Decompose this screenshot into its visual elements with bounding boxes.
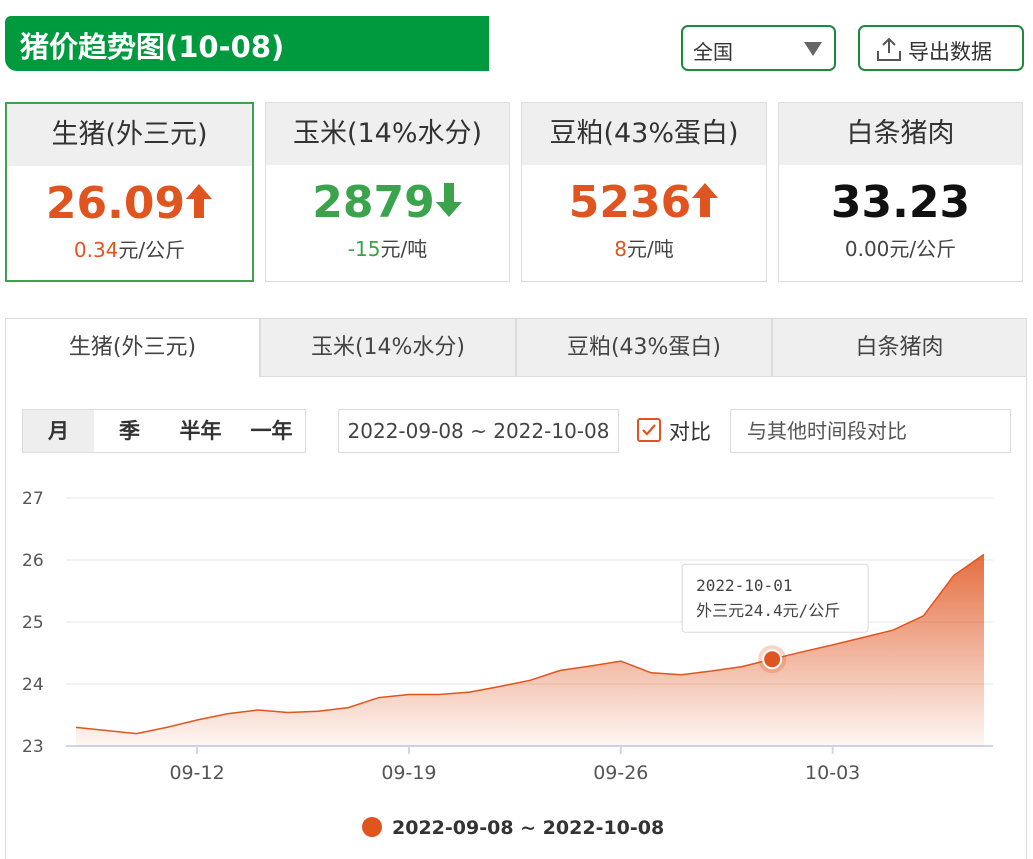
tooltip-date: 2022-10-01 (696, 576, 792, 595)
price-value-text: 2879 (312, 177, 435, 228)
price-card-title: 生猪(外三元) (7, 104, 252, 166)
price-card-corn[interactable]: 玉米(14%水分) 2879 -15元/吨 (265, 102, 510, 282)
change-unit: 元/公斤 (889, 237, 957, 261)
region-select-value: 全国 (693, 40, 733, 64)
price-card-value: 26.09 (7, 180, 252, 228)
region-select[interactable]: 全国 (681, 25, 836, 71)
price-card-title: 玉米(14%水分) (266, 103, 509, 165)
price-value-text: 26.09 (45, 178, 186, 229)
x-tick-label: 09-26 (593, 762, 648, 784)
tab-pork-carcass[interactable]: 白条猪肉 (772, 318, 1027, 377)
arrow-up-icon (692, 183, 719, 217)
period-year-button[interactable]: 一年 (236, 410, 307, 452)
price-card-value: 33.23 (830, 177, 971, 228)
page: 猪价趋势图(10-08) 全国 导出数据 生猪(外三元) 26.09 0.34元… (0, 0, 1033, 859)
price-card-soymeal[interactable]: 豆粕(43%蛋白) 5236 8元/吨 (521, 102, 767, 282)
y-tick-label: 23 (22, 737, 44, 757)
compare-label: 对比 (669, 420, 711, 444)
arrow-down-icon (435, 183, 462, 217)
checkmark-icon (642, 424, 656, 436)
price-card-pork-carcass[interactable]: 白条猪肉 33.23 0.00元/公斤 (778, 102, 1023, 282)
x-tick-label: 09-12 (169, 762, 224, 784)
y-tick-label: 25 (22, 613, 44, 633)
price-card-change: -15元/吨 (266, 233, 509, 262)
date-range-input[interactable]: 2022-09-08 ~ 2022-10-08 (338, 409, 619, 453)
tab-live-hog[interactable]: 生猪(外三元) (5, 318, 260, 377)
tooltip-box (681, 563, 869, 633)
title-banner: 猪价趋势图(10-08) (5, 16, 489, 71)
price-card-value: 5236 (522, 179, 766, 227)
compare-checkbox[interactable] (637, 418, 661, 442)
period-quarter-button[interactable]: 季 (94, 410, 165, 452)
highlight-point (762, 649, 783, 670)
x-tick-label: 10-03 (805, 762, 860, 784)
price-card-live-hog[interactable]: 生猪(外三元) 26.09 0.34元/公斤 (5, 102, 254, 282)
change-unit: 元/吨 (626, 237, 674, 261)
price-card-value: 2879 (266, 179, 509, 227)
change-unit: 元/公斤 (118, 238, 186, 262)
price-card-change: 0.34元/公斤 (7, 234, 252, 263)
tab-soymeal[interactable]: 豆粕(43%蛋白) (516, 318, 772, 377)
y-tick-label: 26 (22, 551, 44, 571)
y-tick-label: 24 (22, 675, 44, 695)
commodity-tabs: 生猪(外三元) 玉米(14%水分) 豆粕(43%蛋白) 白条猪肉 (5, 318, 1027, 377)
price-card-title: 白条猪肉 (779, 103, 1022, 165)
legend-label: 2022-09-08 ~ 2022-10-08 (392, 817, 664, 839)
legend-marker (362, 817, 382, 837)
change-unit: 元/吨 (380, 237, 428, 261)
period-selector: 月 季 半年 一年 (22, 409, 306, 453)
upload-icon (877, 37, 901, 61)
price-card-change: 0.00元/公斤 (779, 233, 1022, 262)
price-trend-chart: 23 24 25 26 27 09-12 09-19 09-26 10-03 2022-10-0… (22, 489, 993, 839)
change-value: 0.34 (73, 238, 119, 262)
x-tick-label: 09-19 (381, 762, 436, 784)
export-data-label: 导出数据 (908, 40, 992, 64)
export-data-button[interactable]: 导出数据 (858, 25, 1024, 71)
period-half-year-button[interactable]: 半年 (165, 410, 236, 452)
price-card-title: 豆粕(43%蛋白) (522, 103, 766, 165)
change-value: 8 (614, 237, 627, 261)
y-tick-label: 27 (22, 489, 44, 509)
change-value: -15 (347, 237, 381, 261)
arrow-up-icon (186, 184, 213, 218)
change-value: 0.00 (844, 237, 890, 261)
price-value-text: 5236 (568, 177, 692, 228)
period-month-button[interactable]: 月 (23, 410, 94, 452)
page-title: 猪价趋势图(10-08) (20, 30, 285, 64)
price-card-change: 8元/吨 (522, 233, 766, 262)
tab-corn[interactable]: 玉米(14%水分) (260, 318, 516, 377)
chevron-down-icon (804, 42, 822, 56)
compare-period-input[interactable]: 与其他时间段对比 (730, 409, 1011, 453)
tooltip-value: 外三元24.4元/公斤 (696, 601, 840, 620)
